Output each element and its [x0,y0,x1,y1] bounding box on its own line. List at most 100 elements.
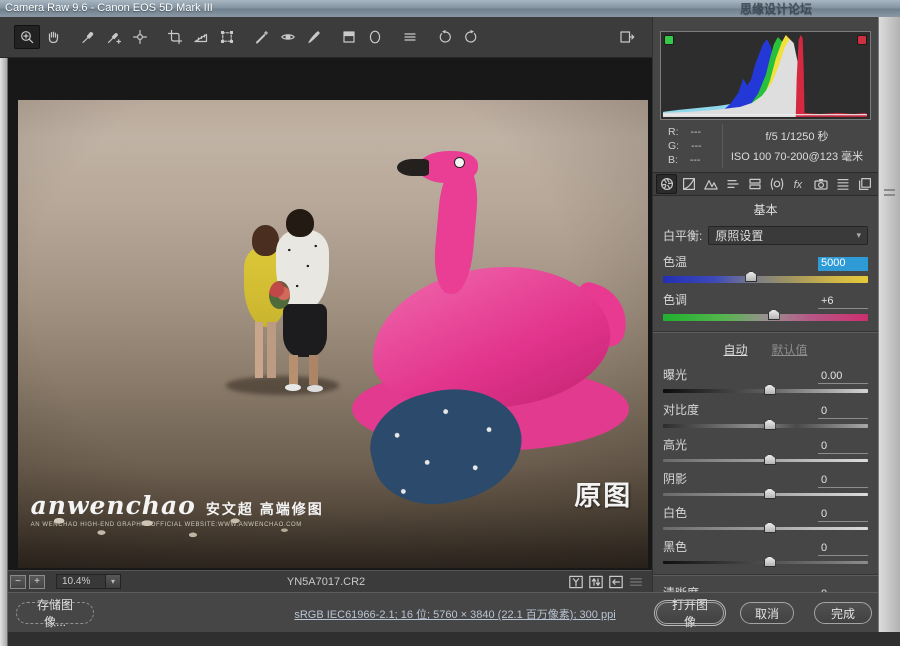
flamingo-beak-graphic [397,159,429,176]
slider-label: 曝光 [663,366,687,383]
slider-label: 色温 [663,253,687,270]
hand-icon[interactable] [40,25,66,49]
slider-value-field[interactable]: 0.00 [818,370,868,384]
original-image-label: 原图 [574,474,632,513]
slider-thumb[interactable] [768,309,780,320]
shadow-clip-toggle[interactable] [664,35,674,45]
slider-track[interactable] [663,561,868,564]
rotate-right-icon[interactable] [458,25,484,49]
tab-tone-curve-icon[interactable] [678,174,699,194]
zoom-out-button[interactable]: − [10,575,26,589]
done-button[interactable]: 完成 [814,602,872,624]
shoe-graphic [307,385,323,392]
crop-icon[interactable] [162,25,188,49]
default-link[interactable]: 默认值 [772,341,808,358]
man-shorts-graphic [283,304,327,358]
slider-label: 黑色 [663,538,687,555]
slider-value-field[interactable]: 0 [818,474,868,488]
slider-thumb[interactable] [764,522,776,533]
slider-label: 对比度 [663,401,699,418]
tab-snapshots-icon[interactable] [854,174,875,194]
rotate-left-icon[interactable] [432,25,458,49]
slider-value-field[interactable]: 0 [818,440,868,454]
red-eye-icon[interactable] [275,25,301,49]
tab-hsl-icon[interactable] [722,174,743,194]
spot-removal-icon[interactable] [249,25,275,49]
preview-menu-icon[interactable] [627,574,644,589]
save-image-button[interactable]: 存储图像... [16,602,94,624]
slider-thumb[interactable] [764,488,776,499]
slider-row: 对比度 0 [663,401,868,419]
tab-detail-icon[interactable] [700,174,721,194]
slider-thumb[interactable] [764,419,776,430]
radial-filter-icon[interactable] [362,25,388,49]
transform-icon[interactable] [214,25,240,49]
white-balance-select[interactable]: 原照设置 ▾ [708,226,868,245]
slider-value-field[interactable]: 0 [818,508,868,522]
copy-settings-icon[interactable] [607,574,624,589]
scrollbar-grip[interactable] [884,189,895,196]
b-value: --- [690,154,701,166]
g-value: --- [691,140,702,152]
tab-presets-icon[interactable] [832,174,853,194]
shooting-info: f/5 1/1250 秒 ISO 100 70-200@123 毫米 [722,124,871,168]
white-balance-icon[interactable] [75,25,101,49]
toggle-fullscreen-icon[interactable] [614,25,640,49]
graduated-filter-icon[interactable] [336,25,362,49]
adjustment-brush-icon[interactable] [301,25,327,49]
iso-lens-label: ISO 100 70-200@123 毫米 [731,148,863,164]
bouquet-graphic [269,281,290,309]
preferences-icon[interactable] [397,25,423,49]
slider-track[interactable] [663,389,868,393]
slider-value-field[interactable]: 0 [818,542,868,556]
tab-split-toning-icon[interactable] [744,174,765,194]
slider-track[interactable] [663,424,868,428]
title-bar[interactable]: Camera Raw 9.6 - Canon EOS 5D Mark III 思… [0,0,900,17]
tab-effects-icon[interactable]: fx [788,174,809,194]
slider-label: 阴影 [663,470,687,487]
highlight-clip-toggle[interactable] [857,35,867,45]
slider-value-field[interactable]: 0 [818,405,868,419]
targeted-adjustment-icon[interactable] [127,25,153,49]
tab-camera-calibration-icon[interactable] [810,174,831,194]
slider-thumb[interactable] [764,556,776,567]
slider-track[interactable] [663,493,868,496]
adjustments-panel: R:--- G:--- B:--- f/5 1/1250 秒 ISO 100 7… [652,17,878,592]
zoom-level-chevron-icon[interactable]: ▾ [106,574,121,589]
slider-row: 曝光 0.00 [663,366,868,384]
zoom-level-select[interactable]: 10.4% [56,574,106,589]
man-leg-graphic [289,355,298,385]
slider-thumb[interactable] [745,271,757,282]
panel-scrollbar[interactable] [878,17,900,632]
auto-link[interactable]: 自动 [723,341,747,358]
workflow-options-link[interactable]: sRGB IEC61966-2.1; 16 位; 5760 × 3840 (22… [294,606,615,622]
slider-thumb[interactable] [764,384,776,395]
open-image-button[interactable]: 打开图像 [656,602,724,624]
couple-shadow-graphic [226,376,339,395]
slider-track[interactable] [663,459,868,462]
histogram[interactable] [660,31,871,120]
color-sampler-icon[interactable] [101,25,127,49]
white-balance-value: 原照设置 [715,227,763,244]
slider-label: 白色 [663,504,687,521]
swap-settings-icon[interactable] [587,574,604,589]
zoom-controls-row: − + 10.4% ▾ YN5A7017.CR2 [0,570,652,592]
photo-preview[interactable]: 原图 anwenchao 安文超 高端修图 AN WENCHAO HIGH-EN… [18,100,648,568]
window-bottom-edge [0,632,900,646]
zoom-in-button[interactable]: + [29,575,45,589]
svg-text:fx: fx [793,179,802,191]
slider-thumb[interactable] [764,454,776,465]
watermark-cn-text: 安文超 高端修图 [206,499,324,519]
tab-lens-corrections-icon[interactable] [766,174,787,194]
slider-track[interactable] [663,527,868,530]
window-title: Camera Raw 9.6 - Canon EOS 5D Mark III [5,2,213,14]
slider-track[interactable] [663,276,868,283]
tab-basic-icon[interactable] [656,174,677,194]
slider-value-field[interactable]: 5000 [818,257,868,271]
preview-mode-icon[interactable] [567,574,584,589]
cancel-button[interactable]: 取消 [740,602,794,624]
slider-value-field[interactable]: +6 [818,295,868,309]
slider-track[interactable] [663,314,868,321]
straighten-icon[interactable] [188,25,214,49]
zoom-icon[interactable] [14,25,40,49]
